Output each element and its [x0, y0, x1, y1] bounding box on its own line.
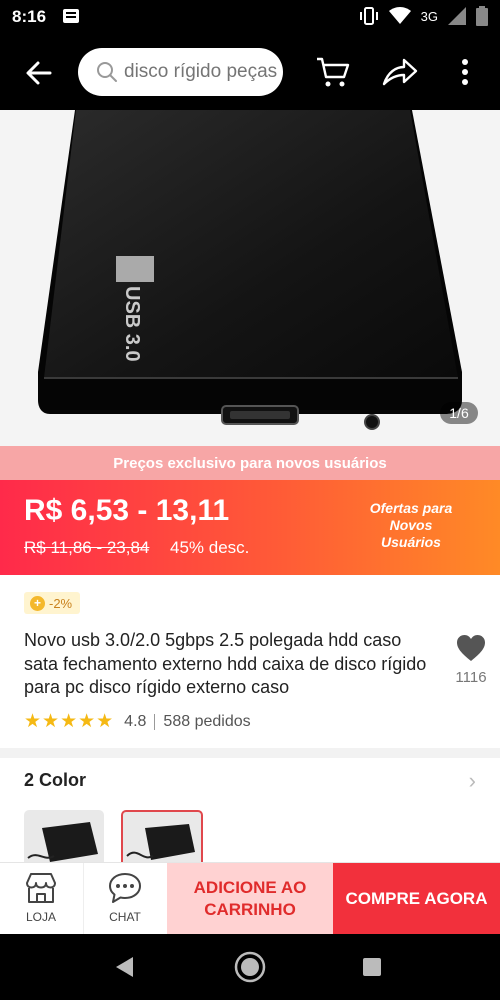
price-range: R$ 6,53 - 13,11 [24, 494, 230, 527]
top-bar [0, 34, 500, 110]
offer-line-1: Ofertas para [369, 500, 453, 516]
vibrate-icon [359, 7, 378, 25]
nav-back-icon[interactable] [114, 956, 134, 978]
wifi-icon [388, 7, 411, 24]
back-arrow-icon[interactable] [24, 58, 54, 88]
status-icons: 3G [359, 6, 488, 26]
new-user-banner: Preços exclusivo para novos usuários [0, 446, 500, 480]
product-title: Novo usb 3.0/2.0 5gbps 2.5 polegada hdd … [24, 630, 427, 697]
product-image-carousel[interactable]: USB 3.0 [0, 110, 500, 446]
status-bar: 8:16 3G [0, 0, 500, 34]
bottom-action-bar: LOJA CHAT ADICIONE AO CARRINHO COMPRE AG… [0, 862, 500, 935]
cart-icon[interactable] [316, 56, 350, 88]
old-price: R$ 11,86 - 23,84 [24, 538, 150, 557]
favorite-button[interactable]: 1116 [446, 634, 496, 686]
system-nav-bar [0, 934, 500, 1000]
rating-row[interactable]: ★★★★★ 4.8 588 pedidos [24, 710, 251, 733]
search-icon [97, 62, 117, 82]
star-rating-icon: ★★★★★ [24, 711, 115, 732]
color-option-1[interactable] [24, 810, 104, 870]
hdd-enclosure-image: USB 3.0 [38, 110, 462, 430]
store-label: LOJA [25, 910, 56, 924]
chat-icon [109, 873, 141, 903]
search-bar[interactable] [78, 48, 283, 96]
coupon-value: -2% [49, 595, 73, 611]
signal-icon [448, 7, 466, 25]
store-button[interactable]: LOJA [0, 863, 82, 935]
coupon-badge[interactable]: + -2% [24, 592, 81, 614]
favorite-count: 1116 [455, 669, 487, 686]
share-icon[interactable] [382, 56, 418, 88]
status-time: 8:16 [12, 7, 47, 26]
image-counter: 1/6 [440, 402, 478, 424]
offer-line-3: Usuários [381, 534, 441, 550]
add-cart-line-2: CARRINHO [204, 900, 296, 919]
chat-button[interactable]: CHAT [83, 863, 166, 935]
device-label: USB 3.0 [121, 286, 143, 362]
nav-home-icon[interactable] [233, 950, 267, 984]
chat-label: CHAT [109, 910, 141, 924]
add-cart-line-1: ADICIONE AO [193, 878, 307, 897]
search-input[interactable] [122, 60, 283, 84]
store-icon [26, 873, 56, 903]
orders-count: 588 pedidos [163, 712, 251, 730]
nav-recents-icon[interactable] [362, 957, 382, 977]
add-to-cart-button[interactable]: ADICIONE AO CARRINHO [167, 863, 333, 935]
chevron-right-icon[interactable]: › [469, 768, 476, 794]
network-type: 3G [420, 8, 438, 24]
buy-now-button[interactable]: COMPRE AGORA [333, 863, 500, 935]
heart-icon [457, 635, 485, 661]
rating-value: 4.8 [124, 712, 147, 730]
battery-icon [476, 6, 488, 26]
section-divider [0, 748, 500, 758]
coupon-plus-icon: + [30, 595, 45, 611]
price-section: R$ 6,53 - 13,11 R$ 11,86 - 23,84 45% des… [0, 480, 500, 575]
notification-icon [63, 9, 79, 23]
new-user-offer-badge[interactable]: Ofertas para Novos Usuários [356, 500, 466, 551]
variant-thumbnail-image [27, 822, 98, 862]
offer-line-2: Novos [389, 517, 433, 533]
discount-label: 45% desc. [170, 538, 250, 557]
rating-separator [154, 713, 156, 730]
more-icon[interactable] [460, 56, 470, 88]
color-heading[interactable]: 2 Color [24, 770, 86, 791]
